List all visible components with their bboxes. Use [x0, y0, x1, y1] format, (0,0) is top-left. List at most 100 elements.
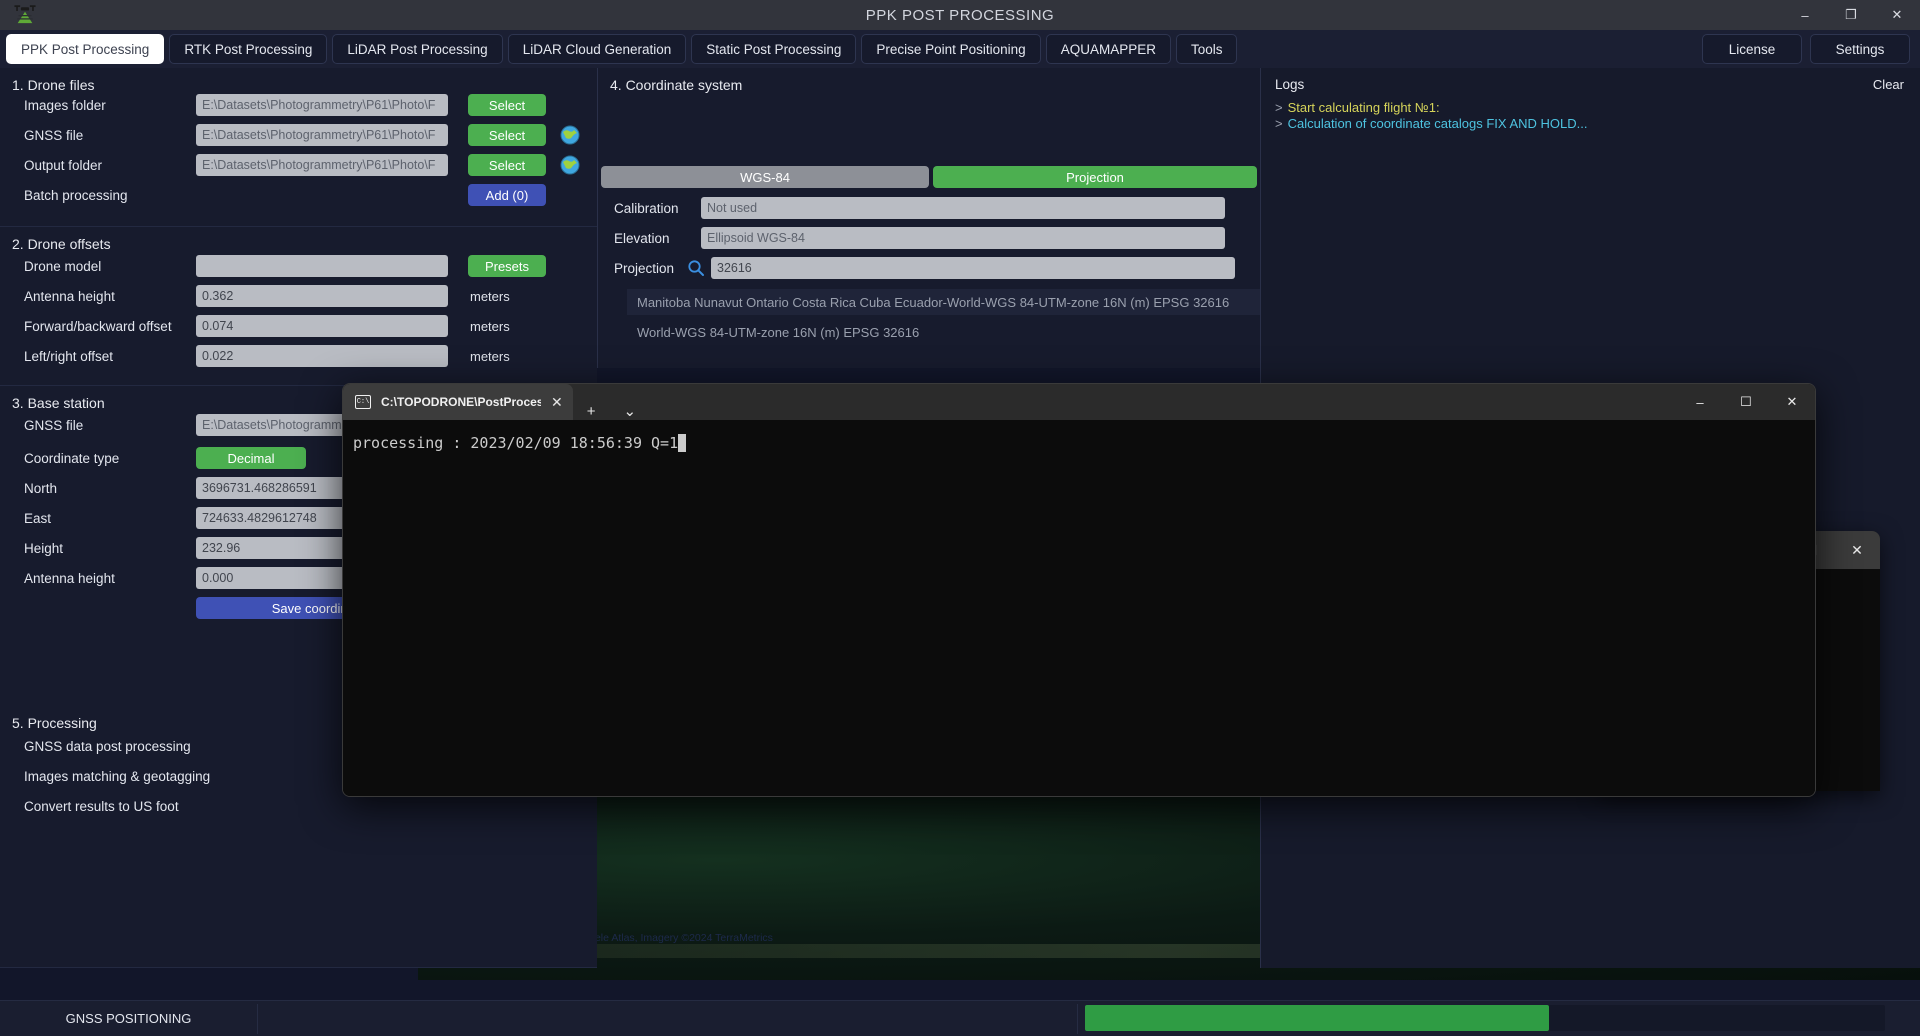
- console-output-line: processing : 2023/02/09 18:56:39 Q=1: [353, 434, 1801, 452]
- drone-model-label: Drone model: [24, 258, 102, 274]
- progress-bar-fill: [1085, 1005, 1549, 1031]
- console-tab[interactable]: C:\ C:\TOPODRONE\PostProcessi ✕: [343, 384, 573, 420]
- console-maximize-button[interactable]: ☐: [1723, 384, 1769, 420]
- console-output-text: processing : 2023/02/09 18:56:39 Q=1: [353, 434, 679, 452]
- left-right-offset-input[interactable]: [196, 345, 448, 367]
- left-right-offset-label: Left/right offset: [24, 348, 114, 364]
- forward-backward-offset-label: Forward/backward offset: [24, 318, 172, 334]
- output-folder-select-button[interactable]: Select: [468, 154, 546, 176]
- log-line: > Start calculating flight №1:: [1275, 100, 1440, 115]
- projection-result-item[interactable]: World-WGS 84-UTM-zone 16N (m) EPSG 32616: [627, 319, 1260, 345]
- maximize-button[interactable]: ❐: [1828, 0, 1874, 30]
- tab-tools[interactable]: Tools: [1175, 34, 1238, 64]
- output-folder-input[interactable]: [196, 154, 448, 176]
- tab-precise-point-positioning[interactable]: Precise Point Positioning: [861, 34, 1041, 64]
- status-mode-label: GNSS POSITIONING: [0, 1003, 258, 1034]
- projection-row: Projection: [601, 257, 1235, 279]
- background-console-close-button[interactable]: ✕: [1834, 531, 1880, 569]
- projection-toggle-button[interactable]: Projection: [933, 166, 1257, 188]
- status-spacer-cell: [258, 1003, 1078, 1034]
- processing-item-convert-us-foot[interactable]: Convert results to US foot: [0, 799, 179, 814]
- presets-button[interactable]: Presets: [468, 255, 546, 277]
- section-drone-files: 1. Drone files Images folder Select GNSS…: [0, 68, 597, 227]
- console-minimize-button[interactable]: –: [1677, 384, 1723, 420]
- close-button[interactable]: ✕: [1874, 0, 1920, 30]
- images-folder-input[interactable]: [196, 94, 448, 116]
- chevron-down-icon[interactable]: ⌄: [610, 402, 651, 420]
- tab-aquamapper[interactable]: AQUAMAPPER: [1045, 34, 1171, 64]
- title-bar: PPK POST PROCESSING – ❐ ✕: [0, 0, 1920, 30]
- drone-model-input[interactable]: [196, 255, 448, 277]
- elevation-label: Elevation: [614, 230, 670, 246]
- batch-processing-label: Batch processing: [24, 187, 128, 203]
- height-label: Height: [24, 540, 64, 556]
- log-arrow-icon: >: [1275, 116, 1283, 131]
- log-line-text: Start calculating flight №1:: [1287, 100, 1440, 115]
- tab-lidar-post-processing[interactable]: LiDAR Post Processing: [332, 34, 503, 64]
- console-tab-title: C:\TOPODRONE\PostProcessi: [381, 395, 541, 409]
- minimize-button[interactable]: –: [1782, 0, 1828, 30]
- log-line-text: Calculation of coordinate catalogs FIX A…: [1287, 116, 1588, 131]
- globe-icon[interactable]: [560, 125, 580, 145]
- elevation-row: Elevation: [601, 227, 1225, 249]
- coordinate-type-label: Coordinate type: [24, 450, 120, 466]
- antenna-height-input[interactable]: [196, 285, 448, 307]
- tab-rtk-post-processing[interactable]: RTK Post Processing: [169, 34, 328, 64]
- drone-icon: [14, 5, 36, 24]
- console-new-tab-icon[interactable]: +: [573, 403, 610, 420]
- logs-clear-button[interactable]: Clear: [1873, 77, 1904, 92]
- tab-ppk-post-processing[interactable]: PPK Post Processing: [6, 34, 165, 64]
- left-right-offset-unit: meters: [470, 348, 510, 364]
- elevation-input[interactable]: [701, 227, 1225, 249]
- console-body[interactable]: processing : 2023/02/09 18:56:39 Q=1: [343, 420, 1815, 796]
- progress-bar: [1085, 1005, 1885, 1031]
- logs-title: Logs: [1275, 77, 1305, 92]
- console-close-button[interactable]: ✕: [1769, 384, 1815, 420]
- images-folder-select-button[interactable]: Select: [468, 94, 546, 116]
- gnss-file-select-button[interactable]: Select: [468, 124, 546, 146]
- gnss-file-input[interactable]: [196, 124, 448, 146]
- projection-result-item[interactable]: Manitoba Nunavut Ontario Costa Rica Cuba…: [627, 289, 1260, 315]
- antenna-height-unit: meters: [470, 288, 510, 304]
- forward-backward-offset-unit: meters: [470, 318, 510, 334]
- calibration-label: Calibration: [614, 200, 679, 216]
- window-controls: – ❐ ✕: [1782, 0, 1920, 30]
- east-label: East: [24, 510, 52, 526]
- tab-lidar-cloud-generation[interactable]: LiDAR Cloud Generation: [507, 34, 687, 64]
- globe-icon[interactable]: [560, 155, 580, 175]
- antenna-height-label: Antenna height: [24, 288, 115, 304]
- page-title: PPK POST PROCESSING: [865, 6, 1055, 24]
- wgs84-toggle-button[interactable]: WGS-84: [601, 166, 929, 188]
- base-gnss-file-label: GNSS file: [24, 417, 84, 433]
- settings-button[interactable]: Settings: [1810, 34, 1910, 64]
- base-antenna-height-label: Antenna height: [24, 570, 115, 586]
- projection-search-input[interactable]: [711, 257, 1235, 279]
- coordinate-system-toggle: WGS-84 Projection: [601, 166, 1257, 188]
- forward-backward-offset-input[interactable]: [196, 315, 448, 337]
- main-tabs: PPK Post Processing RTK Post Processing …: [6, 34, 1238, 64]
- calibration-row: Calibration: [601, 197, 1225, 219]
- console-window[interactable]: C:\ C:\TOPODRONE\PostProcessi ✕ + ⌄ – ☐ …: [342, 383, 1816, 797]
- north-label: North: [24, 480, 58, 496]
- output-folder-label: Output folder: [24, 157, 103, 173]
- top-right-actions: License Settings: [1702, 34, 1910, 64]
- section-drone-offsets: 2. Drone offsets Drone model Presets Ant…: [0, 227, 597, 386]
- console-tab-close-icon[interactable]: ✕: [551, 394, 563, 411]
- tab-static-post-processing[interactable]: Static Post Processing: [691, 34, 857, 64]
- search-icon[interactable]: [687, 259, 705, 277]
- projection-label: Projection: [614, 260, 675, 276]
- console-window-controls: – ☐ ✕: [1677, 384, 1815, 420]
- tab-bar: PPK Post Processing RTK Post Processing …: [0, 30, 1920, 68]
- images-folder-label: Images folder: [24, 97, 106, 113]
- batch-add-button[interactable]: Add (0): [468, 184, 546, 206]
- coordinate-type-decimal-button[interactable]: Decimal: [196, 447, 306, 469]
- console-tabstrip: C:\ C:\TOPODRONE\PostProcessi ✕ + ⌄ – ☐ …: [343, 384, 1815, 420]
- log-line: > Calculation of coordinate catalogs FIX …: [1275, 116, 1587, 131]
- console-caret: [678, 434, 687, 452]
- section-coordinate-system-title: 4. Coordinate system: [610, 77, 743, 93]
- calibration-input[interactable]: [701, 197, 1225, 219]
- processing-item-gnss-post[interactable]: GNSS data post processing: [0, 739, 191, 754]
- gnss-file-label: GNSS file: [24, 127, 84, 143]
- processing-item-images-matching[interactable]: Images matching & geotagging: [0, 769, 210, 784]
- license-button[interactable]: License: [1702, 34, 1802, 64]
